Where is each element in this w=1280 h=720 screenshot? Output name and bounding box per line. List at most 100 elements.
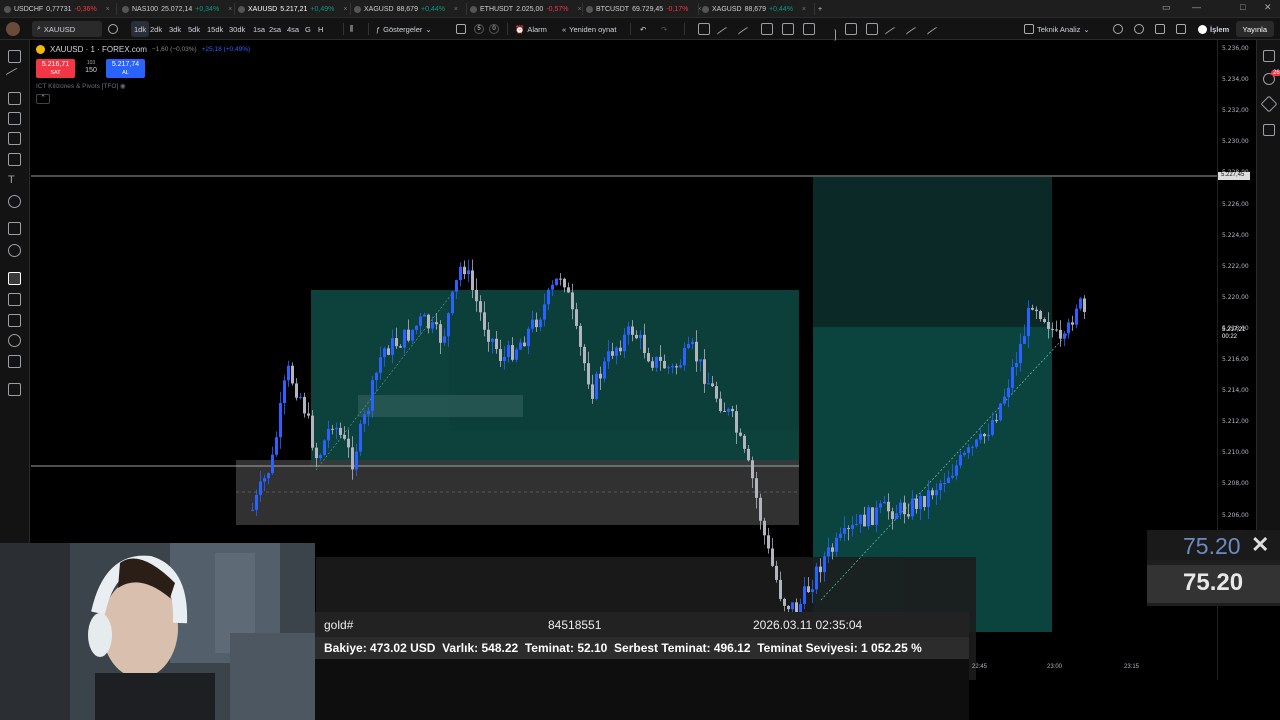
timeframe-2dk[interactable]: 2dk bbox=[150, 21, 162, 37]
text-tool-icon[interactable]: T bbox=[8, 174, 21, 187]
templates-button[interactable] bbox=[456, 21, 466, 37]
magnet-icon[interactable] bbox=[8, 272, 21, 285]
redo-button[interactable]: ↷ bbox=[661, 21, 667, 37]
grid-tool-icon[interactable] bbox=[698, 23, 710, 35]
candle-body bbox=[807, 586, 810, 593]
watchlist-icon[interactable] bbox=[1263, 50, 1275, 62]
browser-tab[interactable]: USDCHF 0,77731 -0,36% × bbox=[4, 2, 110, 16]
indicator-legend[interactable]: ICT Killzones & Pivots [TFO] ◉ bbox=[36, 82, 126, 90]
publish-button[interactable]: Yayınla bbox=[1235, 21, 1274, 37]
candle-body bbox=[463, 266, 466, 275]
close-tab-icon[interactable]: × bbox=[578, 6, 582, 13]
candle-body bbox=[623, 334, 626, 352]
browser-tab[interactable]: BTCUSDT 69.729,45 -0,17% × bbox=[586, 2, 702, 16]
close-tab-icon[interactable]: × bbox=[106, 6, 110, 13]
sell-button[interactable]: 5.216,71 SAT bbox=[36, 59, 75, 78]
close-icon[interactable]: ✕ bbox=[1251, 532, 1269, 558]
pitchfork-icon[interactable] bbox=[866, 23, 878, 35]
candle-body bbox=[1031, 307, 1034, 310]
collapse-legend-button[interactable]: ⌃ bbox=[36, 94, 50, 104]
position-row[interactable]: gold# 84518551 2026.03.11 02:35:04 bbox=[315, 612, 969, 637]
timeframe-H[interactable]: H bbox=[318, 21, 323, 37]
timeframe-30dk[interactable]: 30dk bbox=[229, 21, 245, 37]
projection-tool-icon[interactable] bbox=[8, 132, 21, 145]
trash-icon[interactable] bbox=[8, 383, 21, 396]
add-symbol-button[interactable] bbox=[108, 21, 118, 37]
eye-icon[interactable]: ◉ bbox=[120, 83, 126, 90]
timeframe-G[interactable]: G bbox=[305, 21, 311, 37]
candle-body bbox=[1015, 363, 1018, 368]
counter-a[interactable]: 5 bbox=[474, 21, 484, 37]
pattern-tool-icon[interactable] bbox=[8, 112, 21, 125]
new-tab-button[interactable]: + bbox=[818, 2, 822, 16]
timeframe-15dk[interactable]: 15dk bbox=[207, 21, 223, 37]
rectangle-icon[interactable] bbox=[761, 23, 773, 35]
close-tab-icon[interactable]: × bbox=[343, 6, 347, 13]
lot-size-input[interactable]: 75.20 bbox=[1183, 533, 1241, 560]
browser-tab[interactable]: XAGUSD 88,679 +0,44% × bbox=[354, 2, 458, 16]
close-tab-icon[interactable]: × bbox=[802, 6, 806, 13]
timeframe-1dk[interactable]: 1dk bbox=[131, 21, 150, 37]
symbol-title[interactable]: XAUUSD · 1 · FOREX.com bbox=[50, 45, 147, 54]
browser-tab[interactable]: XAUUSD 5.217,21 +0,49% × bbox=[238, 2, 347, 16]
browser-tab[interactable]: ETHUSDT 2.025,00 -0,57% × bbox=[470, 2, 582, 16]
crosshair-icon[interactable] bbox=[8, 50, 21, 63]
close-tab-icon[interactable]: × bbox=[454, 6, 458, 13]
undo-button[interactable]: ↶ bbox=[640, 21, 646, 37]
candle-body bbox=[355, 451, 358, 470]
layout-icon[interactable] bbox=[782, 23, 794, 35]
ruler-icon[interactable] bbox=[8, 222, 21, 235]
timeframe-3dk[interactable]: 3dk bbox=[169, 21, 181, 37]
eye-icon[interactable] bbox=[8, 334, 21, 347]
close-window-icon[interactable]: ✕ bbox=[1264, 2, 1272, 13]
time-axis[interactable]: 22:45 23:00 23:15 bbox=[969, 660, 1217, 676]
fullscreen-tool[interactable] bbox=[1155, 21, 1165, 37]
horizontal-line-price-label[interactable]: 5.227,45 bbox=[1218, 172, 1250, 180]
lot-size-input-row[interactable]: 75.20 ✕ bbox=[1147, 530, 1280, 560]
symbol-search[interactable]: ⌕ XAUUSD bbox=[32, 21, 102, 37]
counter-b[interactable]: 0 bbox=[489, 21, 499, 37]
lock-icon[interactable] bbox=[8, 314, 21, 327]
candle-body bbox=[1083, 298, 1086, 312]
window-layout-icon[interactable]: ▭ bbox=[1162, 2, 1171, 13]
fib-tool-icon[interactable] bbox=[8, 92, 21, 105]
layers-icon[interactable] bbox=[1260, 95, 1278, 113]
trade-button[interactable]: İşlem bbox=[1198, 21, 1229, 37]
chart-type-button[interactable]: ⫼ bbox=[350, 21, 353, 37]
stay-drawing-icon[interactable] bbox=[8, 293, 21, 306]
candle-body bbox=[779, 579, 782, 599]
settings-tool[interactable] bbox=[1134, 21, 1144, 37]
search-tool[interactable] bbox=[1113, 21, 1123, 37]
small-zone bbox=[358, 395, 523, 417]
browser-tab[interactable]: XAGUSD 88,679 +0,44% × bbox=[702, 2, 806, 16]
timeframe-4sa[interactable]: 4sa bbox=[287, 21, 299, 37]
channel-icon[interactable] bbox=[845, 23, 857, 35]
user-avatar[interactable] bbox=[6, 21, 20, 37]
emoji-tool-icon[interactable] bbox=[8, 195, 21, 208]
close-tab-icon[interactable]: × bbox=[228, 6, 232, 13]
timeframe-2sa[interactable]: 2sa bbox=[269, 21, 281, 37]
minimize-icon[interactable]: — bbox=[1192, 2, 1201, 12]
timeframe-5dk[interactable]: 5dk bbox=[188, 21, 200, 37]
indicators-icon: ƒ bbox=[376, 24, 381, 34]
timeframe-1sa[interactable]: 1sa bbox=[253, 21, 265, 37]
indicators-button[interactable]: ƒ Göstergeler ⌄ bbox=[376, 21, 432, 37]
replay-button[interactable]: «Yeniden oynat bbox=[562, 21, 616, 37]
link-icon[interactable] bbox=[8, 355, 21, 368]
free-margin-value: 496.12 bbox=[713, 641, 751, 655]
screenshot-tool[interactable] bbox=[1176, 21, 1186, 37]
candle-body bbox=[451, 291, 454, 314]
buy-button[interactable]: 5.217,74 AL bbox=[106, 59, 145, 78]
symbol-logo-icon bbox=[354, 5, 361, 13]
shapes-tool-icon[interactable] bbox=[8, 153, 21, 166]
trendline-tool-icon[interactable] bbox=[5, 67, 24, 86]
chat-icon[interactable] bbox=[1263, 124, 1275, 136]
alarm-button[interactable]: ⏰ Alarm bbox=[515, 21, 547, 37]
layout-selector[interactable]: Teknik Analiz ⌄ bbox=[1024, 21, 1090, 37]
fib-icon[interactable] bbox=[803, 23, 815, 35]
browser-tab[interactable]: NAS100 25.072,14 +0,34% × bbox=[122, 2, 232, 16]
maximize-icon[interactable]: □ bbox=[1240, 2, 1245, 12]
candle-body bbox=[947, 477, 950, 484]
candle-body bbox=[691, 341, 694, 345]
zoom-icon[interactable] bbox=[8, 244, 21, 257]
